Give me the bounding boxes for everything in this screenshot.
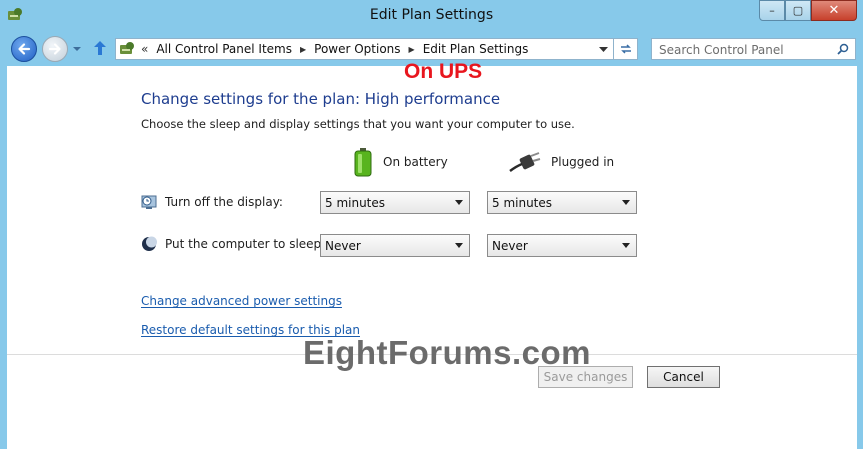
- refresh-icon: [620, 44, 631, 54]
- page-description: Choose the sleep and display settings th…: [141, 117, 575, 131]
- up-arrow-icon[interactable]: [92, 39, 108, 57]
- page-title: Change settings for the plan: High perfo…: [141, 90, 501, 108]
- breadcrumb-overflow[interactable]: «: [141, 42, 148, 56]
- breadcrumb-all-control-panel-items[interactable]: All Control Panel Items: [156, 42, 292, 56]
- column-header-plugged: Plugged in: [509, 146, 614, 178]
- title-bar: Edit Plan Settings – ▢ ✕: [0, 0, 863, 32]
- maximize-button[interactable]: ▢: [785, 0, 811, 21]
- sleep-moon-icon: [142, 236, 157, 251]
- chevron-down-icon: [622, 243, 630, 248]
- control-panel-icon: [120, 42, 134, 54]
- arrow-left-icon: [18, 43, 31, 55]
- save-changes-button[interactable]: Save changes: [538, 366, 633, 388]
- advanced-settings-link[interactable]: Change advanced power settings: [141, 294, 342, 308]
- chevron-down-icon: [455, 243, 463, 248]
- search-icon[interactable]: [837, 43, 849, 55]
- close-button[interactable]: ✕: [811, 0, 857, 21]
- sleep-battery-select[interactable]: Never: [320, 234, 470, 257]
- display-plugged-select[interactable]: 5 minutes: [487, 191, 637, 214]
- refresh-button[interactable]: [614, 38, 638, 60]
- address-bar[interactable]: « All Control Panel Items ▶ Power Option…: [115, 38, 614, 60]
- row-label-display: Turn off the display:: [165, 195, 283, 209]
- arrow-right-icon: [48, 43, 61, 55]
- window-title: Edit Plan Settings: [369, 7, 494, 23]
- address-dropdown-chevron-down-icon[interactable]: [599, 45, 608, 54]
- back-button[interactable]: [11, 36, 37, 62]
- cancel-button[interactable]: Cancel: [647, 366, 720, 388]
- battery-icon: [354, 148, 372, 177]
- row-label-sleep: Put the computer to sleep:: [165, 237, 326, 251]
- ups-overlay-label: On UPS: [404, 60, 483, 83]
- display-plugged-value: 5 minutes: [492, 195, 553, 210]
- minimize-button[interactable]: –: [759, 0, 785, 21]
- column-label-plugged: Plugged in: [551, 155, 615, 169]
- maximize-icon: ▢: [792, 4, 804, 17]
- breadcrumb-separator-icon[interactable]: ▶: [409, 45, 415, 54]
- sleep-plugged-select[interactable]: Never: [487, 234, 637, 257]
- column-header-battery: On battery: [353, 146, 448, 178]
- breadcrumb-power-options[interactable]: Power Options: [314, 42, 400, 56]
- power-plug-icon: [509, 152, 541, 172]
- forward-button[interactable]: [42, 36, 68, 62]
- sleep-battery-value: Never: [325, 238, 361, 253]
- display-battery-select[interactable]: 5 minutes: [320, 191, 470, 214]
- search-box[interactable]: Search Control Panel: [651, 38, 856, 60]
- chevron-down-icon: [622, 200, 630, 205]
- close-icon: ✕: [828, 3, 840, 18]
- breadcrumb-edit-plan-settings[interactable]: Edit Plan Settings: [423, 42, 529, 56]
- search-placeholder: Search Control Panel: [659, 43, 784, 57]
- window: Edit Plan Settings – ▢ ✕ « All Control P…: [0, 0, 863, 449]
- minimize-icon: –: [769, 4, 775, 17]
- chevron-down-icon: [455, 200, 463, 205]
- content-pane: On UPS Change settings for the plan: Hig…: [7, 60, 857, 449]
- column-label-battery: On battery: [383, 155, 448, 169]
- display-clock-icon: [141, 195, 157, 209]
- recent-locations-chevron-down-icon[interactable]: [72, 44, 82, 54]
- display-battery-value: 5 minutes: [325, 195, 386, 210]
- sleep-plugged-value: Never: [492, 238, 528, 253]
- breadcrumb-separator-icon[interactable]: ▶: [300, 45, 306, 54]
